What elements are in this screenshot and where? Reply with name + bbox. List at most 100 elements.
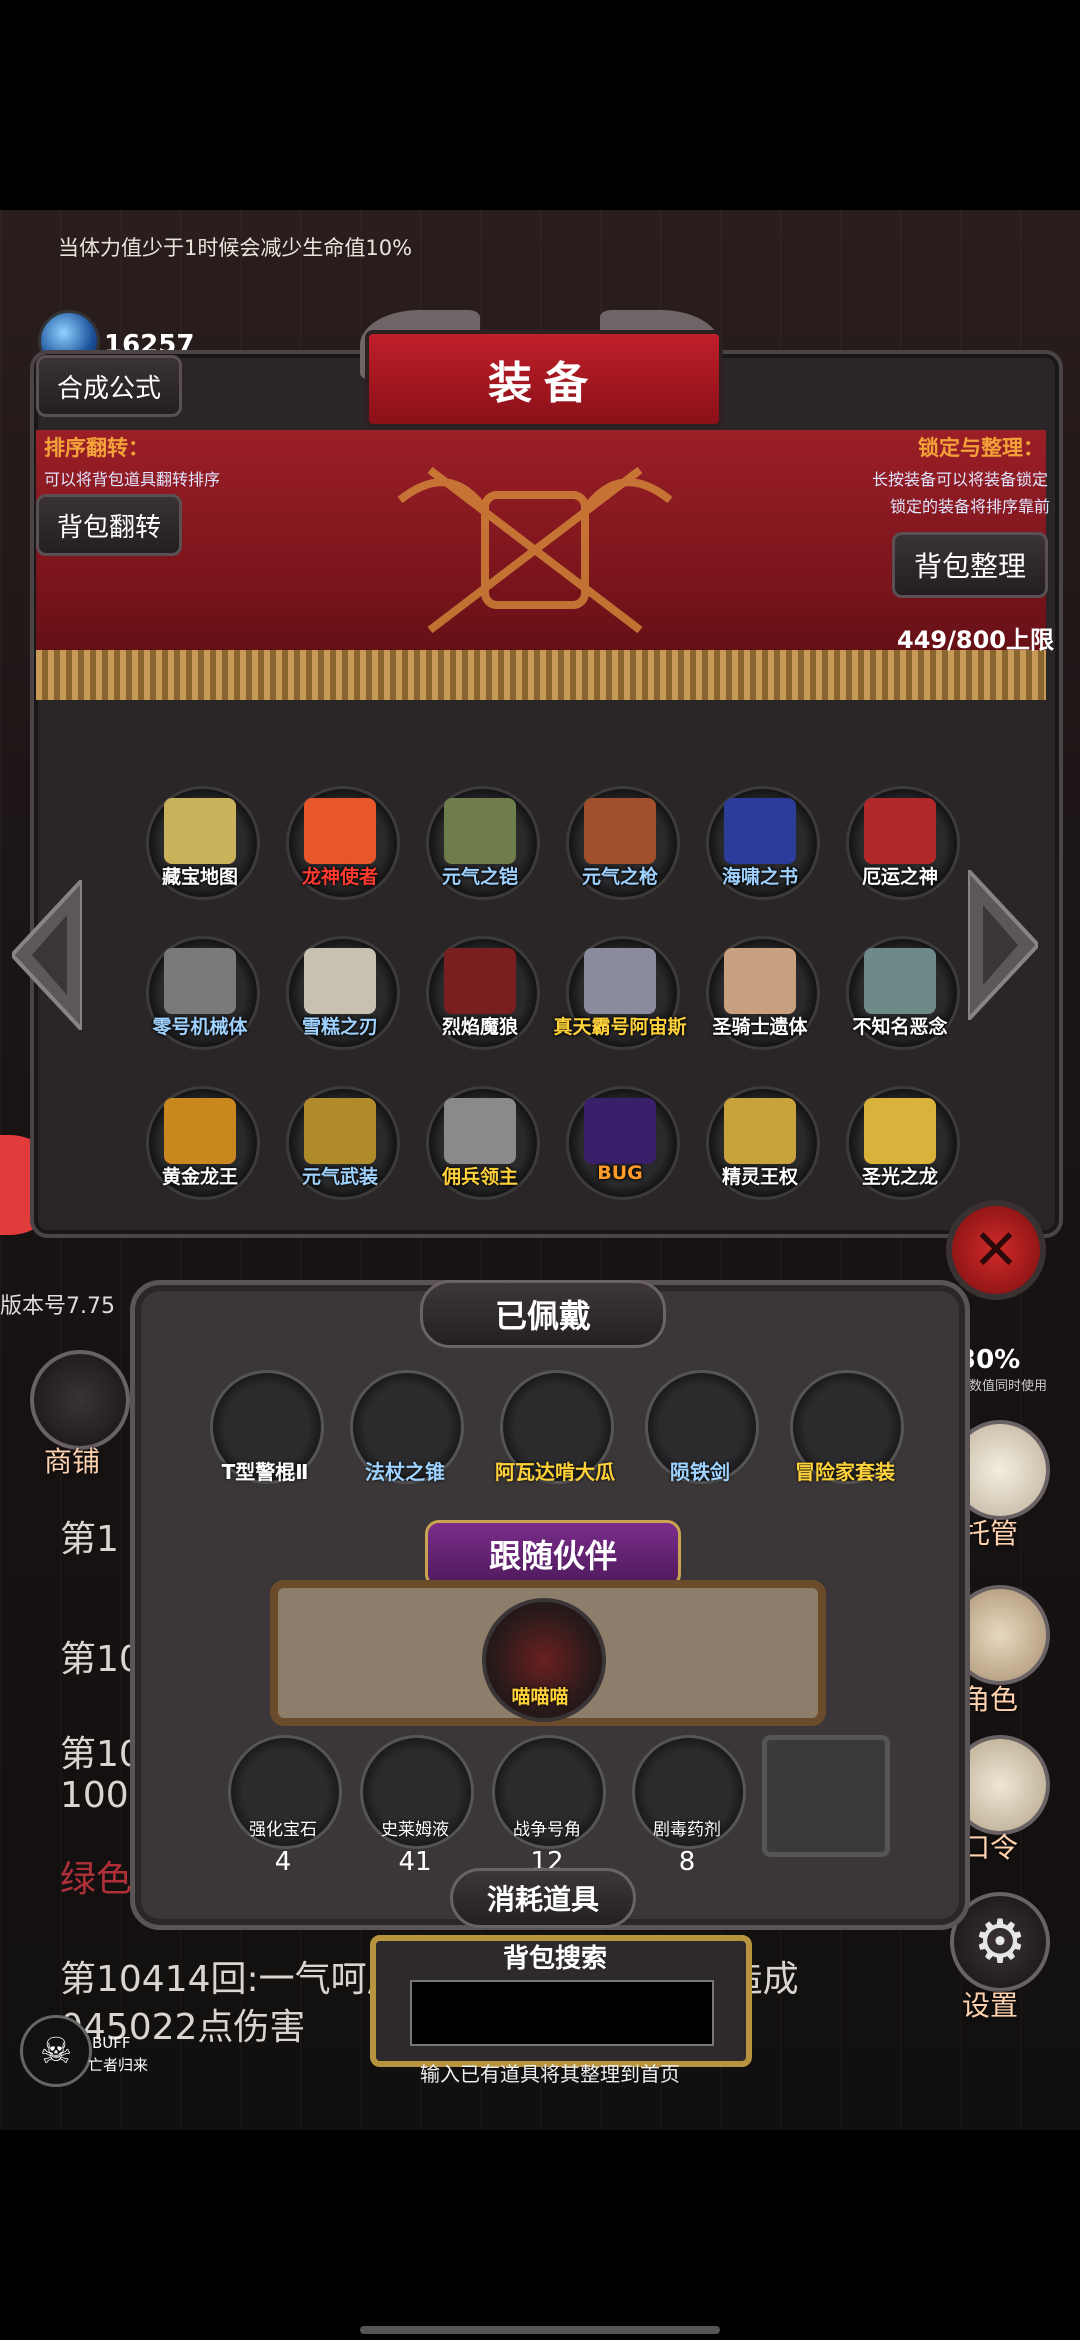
inventory-item[interactable]: 精灵王权 [700,1080,820,1200]
item-art [584,948,656,1014]
hint-text: 当体力值少于1时候会减少生命值10% [58,236,413,260]
inventory-item[interactable]: 黄金龙王 [140,1080,260,1200]
inventory-item[interactable]: 零号机械体 [140,930,260,1050]
equipped-item[interactable]: 阿瓦达啃大瓜 [495,1370,615,1484]
organize-button[interactable]: 背包整理 [892,532,1048,598]
capacity-label: 449/800上限 [897,626,1054,654]
next-page-arrow-icon[interactable] [968,870,1038,1020]
consumable-label: 剧毒药剂 [653,1820,721,1840]
inventory-item[interactable]: 海啸之书 [700,780,820,900]
log-line-4: 绿色 [60,1859,133,1900]
inventory-item[interactable]: 元气之铠 [420,780,540,900]
search-hint: 输入已有道具将其整理到首页 [420,2062,680,2086]
item-art [304,798,376,864]
item-art [304,1098,376,1164]
settings-label: 设置 [962,1989,1019,2022]
prev-page-arrow-icon[interactable] [12,880,82,1030]
inventory-item[interactable]: BUG [560,1080,680,1200]
item-art [584,1098,656,1164]
item-label: 黄金龙王 [161,1166,238,1188]
consumable-count: 4 [274,1847,292,1877]
consumable-label: 战争号角 [513,1820,581,1840]
consumables-title: 消耗道具 [450,1868,636,1928]
consumable-item[interactable]: 战争号角 12 [492,1735,606,1877]
item-art [724,798,796,864]
item-art [444,1098,516,1164]
log-line-3b: 100 [60,1775,129,1816]
inventory-item[interactable]: 不知名恶念 [840,930,960,1050]
inventory-item[interactable]: 佣兵领主 [420,1080,540,1200]
role-label: 角色 [962,1683,1019,1716]
buff-name: 亡者归来 [88,2056,149,2074]
item-label: 龙神使者 [301,866,378,888]
inventory-item[interactable]: 圣骑士遗体 [700,930,820,1050]
close-button[interactable]: ✕ [946,1200,1046,1300]
item-label: 佣兵领主 [441,1166,518,1188]
item-art [584,798,656,864]
skull-icon: ☠ [20,2015,92,2087]
equipped-item-label: 法杖之锥 [365,1460,445,1484]
home-indicator[interactable] [360,2326,720,2334]
item-label: 不知名恶念 [852,1016,948,1038]
equipped-item-label: 冒险家套装 [795,1460,895,1484]
code-label: 口令 [962,1831,1019,1864]
consumable-item[interactable]: 史莱姆液 41 [360,1735,474,1877]
consumable-count: 8 [678,1847,696,1877]
flip-tip-text: 可以将背包道具翻转排序 [44,470,221,489]
version-label: 版本号7.75 [0,1294,115,1319]
inventory-item[interactable]: 雪糕之刃 [280,930,400,1050]
log-line-1: 第1 [60,1519,119,1560]
inventory-item[interactable]: 厄运之神 [840,780,960,900]
equipped-item[interactable]: T型警棍Ⅱ [210,1370,324,1484]
shop-label: 商铺 [44,1445,101,1478]
buff-title: BUFF [92,2034,131,2052]
item-art [164,798,236,864]
item-art [164,948,236,1014]
inventory-item[interactable]: 圣光之龙 [840,1080,960,1200]
inventory-item[interactable]: 龙神使者 [280,780,400,900]
equipped-item-label: 阿瓦达啃大瓜 [495,1460,615,1484]
consumable-label: 强化宝石 [249,1820,317,1840]
item-art [864,948,936,1014]
inventory-item[interactable]: 元气之枪 [560,780,680,900]
item-label: 烈焰魔狼 [441,1016,518,1038]
companion-name: 喵喵喵 [511,1686,569,1708]
equipped-item-label: 陨铁剑 [670,1460,730,1484]
item-art [444,948,516,1014]
inventory-item[interactable]: 烈焰魔狼 [420,930,540,1050]
consumable-item[interactable]: 强化宝石 4 [228,1735,342,1877]
consumable-item[interactable]: 剧毒药剂 8 [632,1735,746,1877]
lock-tip-line-1: 长按装备可以将装备锁定 [872,470,1049,489]
item-label: 元气之枪 [581,866,658,888]
item-art [444,798,516,864]
inventory-item[interactable]: 藏宝地图 [140,780,260,900]
lock-tip-title: 锁定与整理： [918,436,1044,460]
equipped-title: 已佩戴 [420,1280,666,1348]
gear-icon: ⚙ [973,1907,1027,1977]
item-label: 厄运之神 [861,866,938,888]
equipped-item-label: T型警棍Ⅱ [221,1460,309,1484]
formula-button[interactable]: 合成公式 [36,355,182,417]
inventory-item[interactable]: 元气武装 [280,1080,400,1200]
item-label: 圣骑士遗体 [712,1016,808,1038]
equipped-item[interactable]: 冒险家套装 [790,1370,904,1484]
empty-consumable-slot[interactable] [762,1735,890,1857]
lock-tip-line-2: 锁定的装备将排序靠前 [890,497,1051,516]
search-title: 背包搜索 [502,1944,607,1974]
item-art [864,1098,936,1164]
item-art [164,1098,236,1164]
companion-title: 跟随伙伴 [425,1520,681,1588]
window-title: 装备 [365,330,723,428]
equipped-item[interactable]: 法杖之锥 [350,1370,464,1484]
inventory-item[interactable]: 真天霸号阿宙斯 [553,930,687,1050]
equipped-item[interactable]: 陨铁剑 [645,1370,759,1484]
item-art [724,1098,796,1164]
flip-tip-title: 排序翻转： [44,436,149,460]
item-label: 藏宝地图 [161,866,238,888]
consumable-count: 41 [398,1847,432,1877]
shop-button[interactable] [30,1350,130,1450]
search-input[interactable] [410,1980,714,2046]
item-art [864,798,936,864]
item-art [304,948,376,1014]
flip-button[interactable]: 背包翻转 [36,494,182,556]
